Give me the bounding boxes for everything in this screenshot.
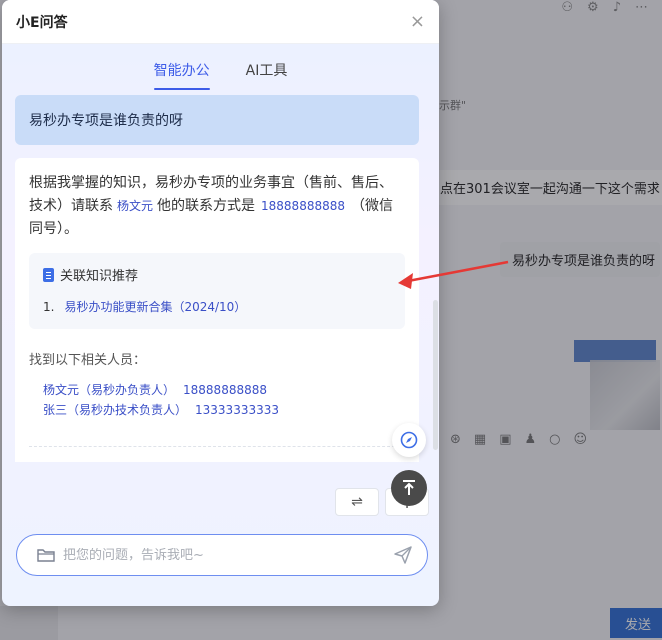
document-icon bbox=[43, 267, 54, 282]
answer-contact-phone[interactable]: 18888888888 bbox=[261, 199, 345, 213]
people-heading: 找到以下相关人员： bbox=[29, 353, 147, 368]
user-question-bubble: 易秒办专项是谁负责的呀 bbox=[15, 95, 419, 145]
back-to-top-button[interactable] bbox=[391, 470, 427, 506]
close-icon[interactable]: × bbox=[410, 12, 425, 31]
person-name: 杨文元（易秒办负责人） bbox=[43, 383, 176, 397]
knowledge-item-index: 1. bbox=[43, 299, 55, 314]
send-icon[interactable] bbox=[393, 545, 413, 565]
person-item[interactable]: 杨文元（易秒办负责人） 18888888888 bbox=[43, 380, 405, 400]
chat-scroll-area[interactable]: 易秒办专项是谁负责的呀 根据我掌握的知识，易秒办专项的业务事宜（售前、售后、技术… bbox=[2, 90, 439, 462]
modal-header: 小E问答 × bbox=[2, 0, 439, 44]
question-input-box bbox=[16, 534, 428, 576]
answer-contact-name[interactable]: 杨文元 bbox=[117, 199, 153, 213]
person-name: 张三（易秒办技术负责人） bbox=[43, 403, 188, 417]
scrollbar[interactable] bbox=[433, 300, 438, 450]
person-item[interactable]: 张三（易秒办技术负责人） 13333333333 bbox=[43, 400, 405, 420]
knowledge-item[interactable]: 1. 易秒办功能更新合集（2024/10） bbox=[43, 298, 391, 315]
question-input[interactable] bbox=[63, 547, 393, 563]
answer-card: 根据我掌握的知识，易秒办专项的业务事宜（售前、售后、技术）请联系 杨文元 他的联系方… bbox=[15, 158, 419, 462]
folder-icon[interactable] bbox=[37, 548, 55, 562]
person-phone: 18888888888 bbox=[183, 383, 267, 397]
user-question-text: 易秒办专项是谁负责的呀 bbox=[29, 113, 183, 129]
answer-part-2: 他的联系方式是 bbox=[157, 198, 256, 214]
arrow-up-icon bbox=[403, 480, 415, 495]
qa-modal: 小E问答 × 智能办公 AI工具 易秒办专项是谁负责的呀 根据我掌握的知识，易秒… bbox=[2, 0, 439, 606]
person-phone: 13333333333 bbox=[195, 403, 279, 417]
card-divider bbox=[29, 446, 405, 447]
modal-title: 小E问答 bbox=[16, 14, 68, 31]
tab-ai-tools[interactable]: AI工具 bbox=[246, 60, 288, 90]
knowledge-title-row: 关联知识推荐 bbox=[43, 265, 391, 284]
knowledge-item-link[interactable]: 易秒办功能更新合集（2024/10） bbox=[64, 298, 246, 315]
compass-button[interactable] bbox=[392, 423, 426, 457]
tab-bar: 智能办公 AI工具 bbox=[2, 44, 439, 90]
knowledge-title: 关联知识推荐 bbox=[60, 269, 139, 284]
tab-smart-office[interactable]: 智能办公 bbox=[153, 60, 210, 90]
switch-button[interactable]: ⇌ bbox=[335, 488, 379, 516]
people-list: 杨文元（易秒办负责人） 18888888888 张三（易秒办技术负责人） 13333… bbox=[29, 380, 405, 420]
compass-icon bbox=[400, 431, 418, 449]
answer-text: 根据我掌握的知识，易秒办专项的业务事宜（售前、售后、技术）请联系 杨文元 他的联系方… bbox=[29, 172, 405, 241]
knowledge-recommend-box: 关联知识推荐 1. 易秒办功能更新合集（2024/10） bbox=[29, 253, 405, 329]
